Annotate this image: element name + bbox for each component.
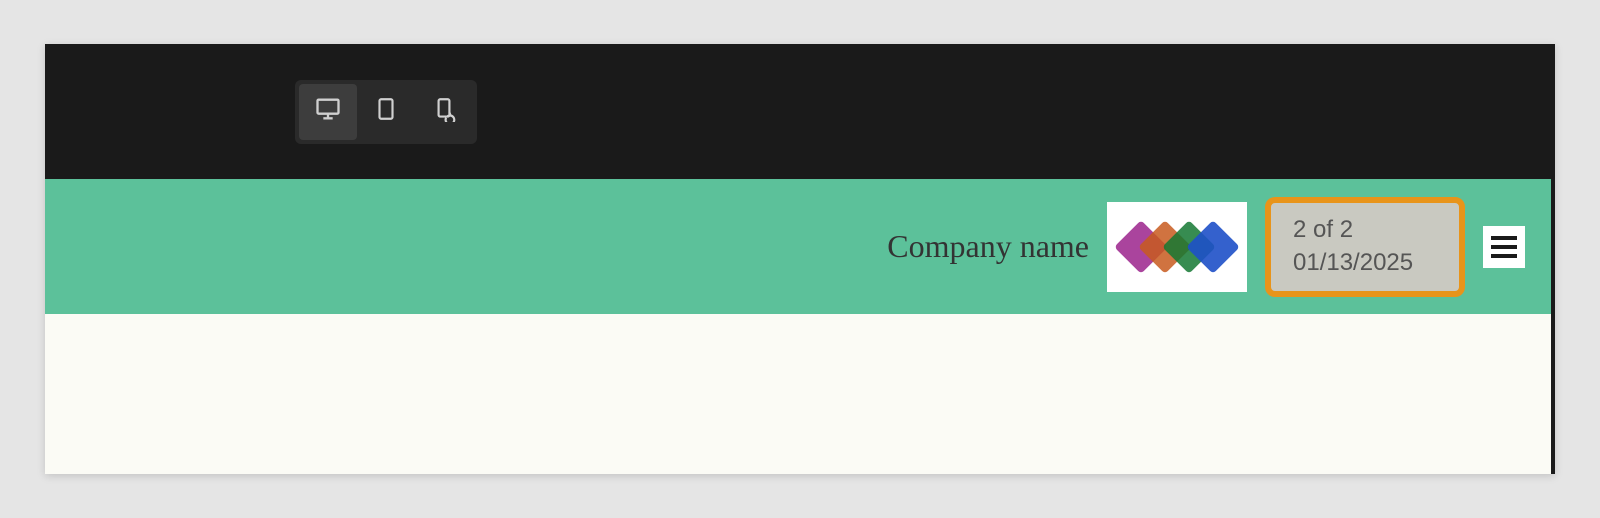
device-desktop-button[interactable]: [299, 84, 357, 140]
app-window: Company name 2 of 2 01/13/2025: [45, 44, 1555, 474]
company-name-label: Company name: [887, 228, 1089, 265]
device-tablet-button[interactable]: [357, 84, 415, 140]
logo-diamond-row: [1122, 228, 1232, 266]
page-content: [45, 314, 1555, 474]
mobile-rotate-icon: [431, 96, 457, 127]
device-preview-group: [295, 80, 477, 144]
tablet-icon: [373, 96, 399, 127]
editor-top-bar: [45, 44, 1555, 179]
desktop-icon: [314, 95, 342, 128]
menu-button[interactable]: [1483, 226, 1525, 268]
info-pill-highlighted[interactable]: 2 of 2 01/13/2025: [1265, 197, 1465, 297]
scrollbar-track[interactable]: [1551, 179, 1555, 474]
hamburger-icon: [1491, 236, 1517, 258]
info-date-text: 01/13/2025: [1293, 247, 1437, 279]
info-count-text: 2 of 2: [1293, 214, 1437, 246]
device-mobile-button[interactable]: [415, 84, 473, 140]
company-logo: [1107, 202, 1247, 292]
site-header: Company name 2 of 2 01/13/2025: [45, 179, 1555, 314]
